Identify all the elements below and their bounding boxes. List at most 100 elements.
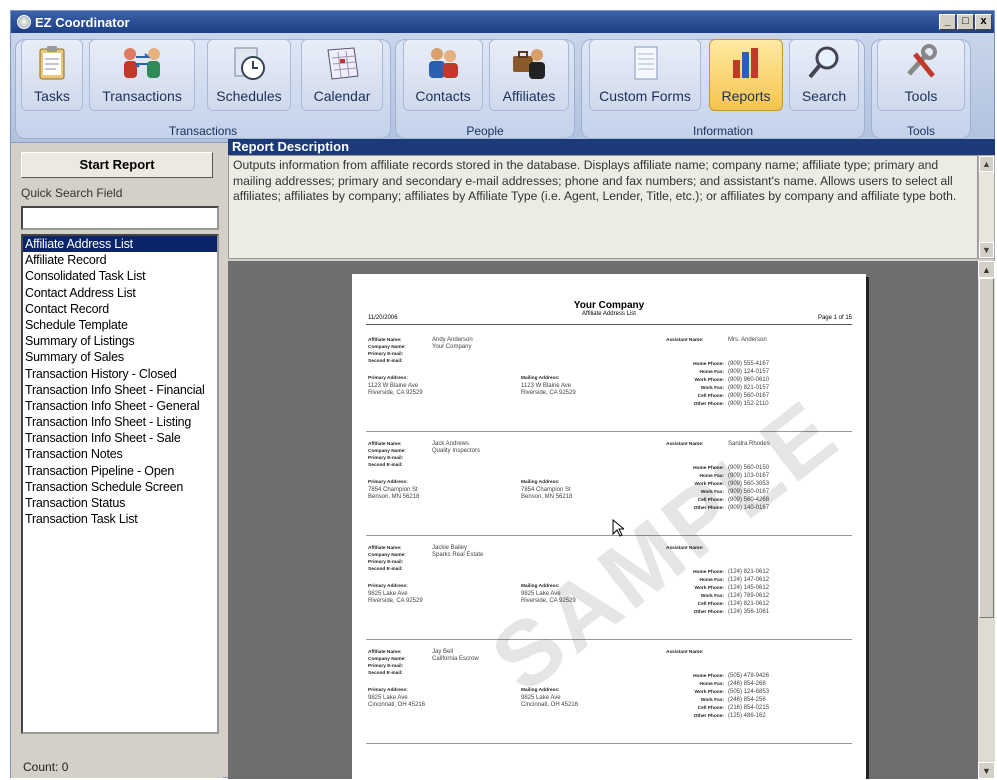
report-list-item[interactable]: Transaction Info Sheet - General [23,398,217,414]
app-logo-icon [17,15,31,29]
scroll-up-icon[interactable]: ▲ [978,261,995,278]
report-list-item[interactable]: Summary of Sales [23,349,217,365]
mailing-address-line1: 7854 Champion St [521,487,571,493]
phone-work: (909) 960-0610 [728,377,770,383]
label-other: Other Phone: [693,610,724,615]
preview-record: Affiliate Name: Jay Bell Company Name: Cali… [366,644,852,744]
preview-date: 11/20/2006 [368,315,398,321]
transactions-button[interactable]: Transactions [89,39,195,111]
label-affiliate-name: Affiliate Name: [368,546,402,551]
close-button[interactable]: x [975,14,992,30]
scroll-up-icon[interactable]: ▲ [979,156,994,172]
label-primary-address: Primary Address: [368,480,408,485]
scroll-thumb[interactable] [979,278,994,618]
tasks-button[interactable]: Tasks [21,39,83,111]
label-workfax: Work Fax: [700,386,724,391]
primary-address-line2: Benson, MN 56218 [368,494,420,500]
label-affiliate-name: Affiliate Name: [368,338,402,343]
report-list-item[interactable]: Summary of Listings [23,333,217,349]
label-assistant: Assistant Name: [666,442,704,447]
report-list-item[interactable]: Transaction Status [23,495,217,511]
label-company: Company Name: [368,449,406,454]
report-list-item[interactable]: Affiliate Address List [23,236,217,253]
report-list-item[interactable]: Transaction Info Sheet - Listing [23,414,217,430]
description-scrollbar[interactable]: ▲ ▼ [978,155,995,259]
search-button[interactable]: Search [789,39,859,111]
group-label: Information [692,124,754,138]
report-list-item[interactable]: Transaction Info Sheet - Sale [23,430,217,446]
tools-button[interactable]: Tools [877,39,965,111]
affiliate-name: Andy Anderson [432,337,473,343]
affiliates-button[interactable]: Affiliates [489,39,569,111]
calendar-button[interactable]: Calendar [301,39,383,111]
report-list-item[interactable]: Transaction Notes [23,446,217,462]
phone-work: (505) 124-6853 [728,689,770,695]
phone-homefax: (124) 147-0612 [728,577,770,583]
report-list-item[interactable]: Transaction Task List [23,511,217,527]
report-list[interactable]: Affiliate Address List Affiliate Record Co… [21,234,219,734]
report-list-item[interactable]: Affiliate Record [23,252,217,268]
label-work: Work Phone: [694,378,725,383]
mailing-address-line2: Benson, MN 56218 [521,494,573,500]
report-list-item[interactable]: Transaction History - Closed [23,366,217,382]
report-list-item[interactable]: Transaction Info Sheet - Financial [23,382,217,398]
phone-workfax: (909) 821-0157 [728,385,770,391]
report-count: Count: 0 [23,760,69,774]
company-name: Sparks Real Estate [432,552,484,558]
mailing-address-line2: Riverside, CA 92529 [521,390,576,396]
assistant-name: Mrs. Anderson [728,337,767,343]
contacts-icon [429,48,458,78]
report-list-item[interactable]: Contact Address List [23,285,217,301]
reports-button[interactable]: Reports [709,39,783,111]
label-second-email: Second E-mail: [368,463,403,468]
title-bar[interactable]: EZ Coordinator _ □ x [11,11,994,33]
phone-homefax: (246) 854-268 [728,681,766,687]
contacts-button[interactable]: Contacts [403,39,483,111]
transactions-label: Transactions [102,88,182,104]
primary-address-line1: 1123 W Blaine Ave [368,383,419,389]
company-name: California Escrow [432,656,479,662]
reports-label: Reports [721,88,771,104]
report-list-item[interactable]: Consolidated Task List [23,268,217,284]
label-other: Other Phone: [693,714,724,719]
primary-address-line1: 9825 Lake Ave [368,695,408,701]
label-work: Work Phone: [694,690,725,695]
report-list-item[interactable]: Transaction Schedule Screen [23,479,217,495]
divider [366,324,852,325]
window-title: EZ Coordinator [35,14,130,30]
schedules-button[interactable]: Schedules [207,39,291,111]
phone-work: (124) 145-0612 [728,585,770,591]
phone-homefax: (909) 124-0157 [728,369,770,375]
label-second-email: Second E-mail: [368,359,403,364]
minimize-button[interactable]: _ [939,14,956,30]
quick-search-input[interactable] [21,206,219,230]
scroll-down-icon[interactable]: ▼ [979,242,994,258]
label-home: Home Phone: [693,674,724,679]
company-name: Quality Inspectors [432,448,481,454]
schedules-label: Schedules [216,88,282,104]
custom-forms-button[interactable]: Custom Forms [589,39,701,111]
label-primary-address: Primary Address: [368,688,408,693]
report-preview: Your Company Affiliate Address List 11/2… [228,261,978,779]
report-list-item[interactable]: Schedule Template [23,317,217,333]
tasks-label: Tasks [34,88,70,104]
restore-button[interactable]: □ [957,14,974,30]
preview-company: Your Company [573,300,645,311]
calendar-label: Calendar [313,88,371,104]
phone-cell: (216) 854-0215 [728,705,770,711]
calendar-icon [327,47,359,80]
label-homefax: Home Fax: [699,370,724,375]
start-report-button[interactable]: Start Report [21,152,213,178]
group-label: Transactions [168,124,238,138]
scroll-down-icon[interactable]: ▼ [978,762,995,779]
toolbar-ribbon: Transactions People Information Tools Ta… [11,33,994,143]
report-list-item[interactable]: Transaction Pipeline - Open [23,463,217,479]
phone-other: (124) 356-1061 [728,609,770,615]
affiliates-label: Affiliates [502,88,556,104]
label-cell: Cell Phone: [697,602,724,607]
label-mailing-address: Mailing Address: [521,376,560,381]
phone-home: (505) 478-9426 [728,673,770,679]
preview-scrollbar[interactable]: ▲ ▼ [978,261,995,779]
report-list-item[interactable]: Contact Record [23,301,217,317]
report-description-text: Outputs information from affiliate recor… [228,155,978,259]
